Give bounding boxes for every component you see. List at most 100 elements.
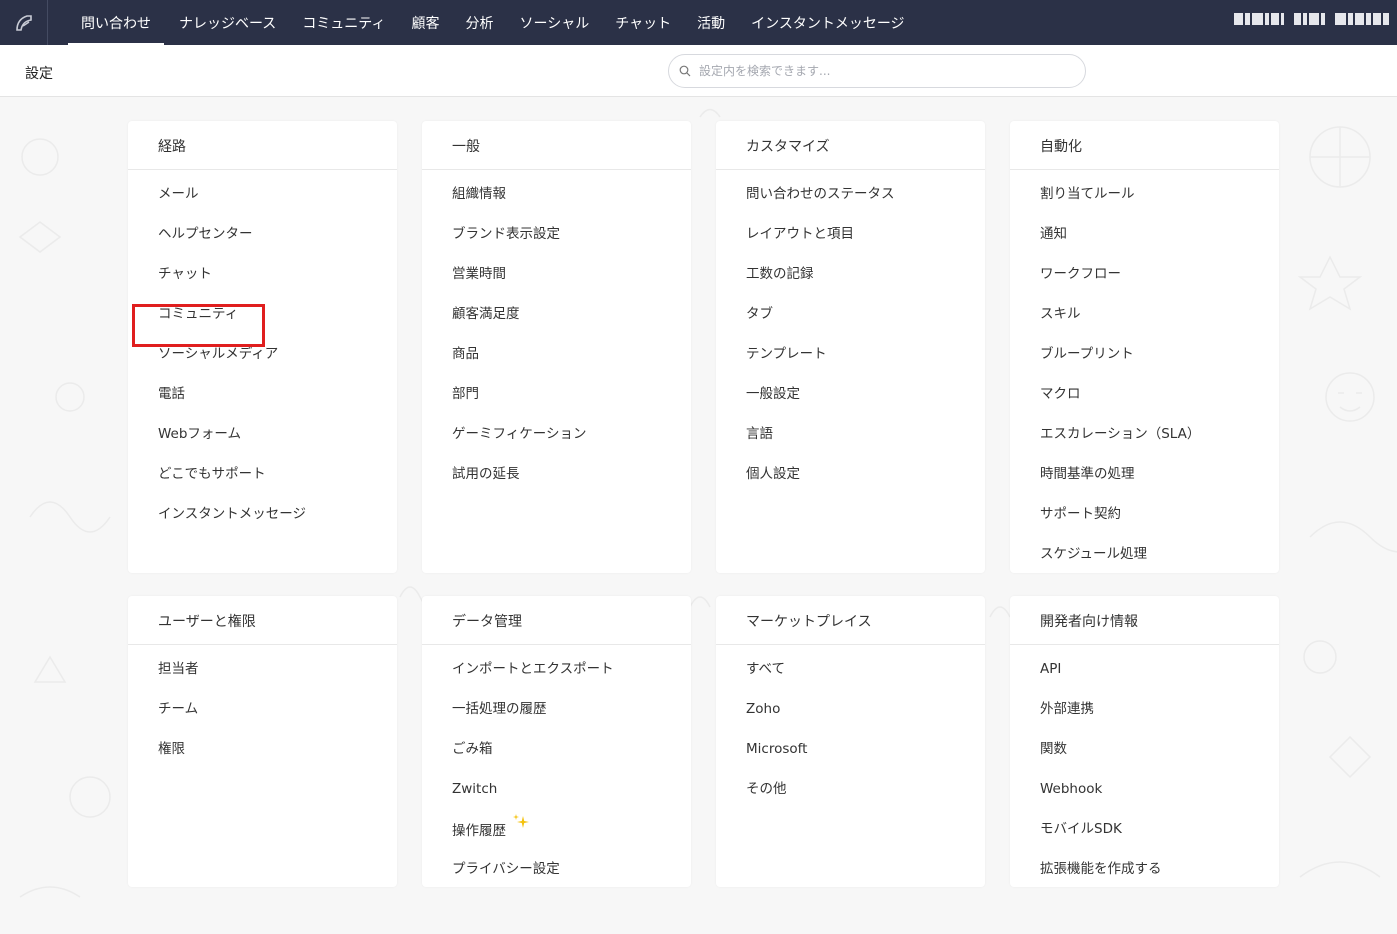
settings-link[interactable]: どこでもサポート [128,456,397,496]
settings-link[interactable]: ブランド表示設定 [422,216,691,256]
settings-link[interactable]: モバイルSDK [1010,811,1279,851]
settings-link-label: ごみ箱 [452,741,493,757]
settings-link[interactable]: Webフォーム [128,416,397,456]
nav-tab-0[interactable]: 問い合わせ [68,0,164,45]
settings-link[interactable]: 権限 [128,731,397,771]
settings-link-label: インスタントメッセージ [158,506,306,522]
settings-link[interactable]: 言語 [716,416,985,456]
settings-link[interactable]: Webhook [1010,771,1279,811]
settings-link[interactable]: マクロ [1010,376,1279,416]
settings-link-label: エスカレーション（SLA） [1040,426,1201,442]
settings-link-label: ワークフロー [1040,266,1121,282]
settings-link[interactable]: すべて [716,651,985,691]
settings-link-label: スケジュール処理 [1040,546,1148,562]
settings-link[interactable]: インポートとエクスポート [422,651,691,691]
settings-link[interactable]: Microsoft [716,731,985,771]
settings-link[interactable]: 操作履歴 [422,811,691,851]
settings-link[interactable]: 商品 [422,336,691,376]
nav-tab-2[interactable]: コミュニティ [289,0,398,45]
nav-tab-3[interactable]: 顧客 [398,0,452,45]
settings-link-label: 割り当てルール [1040,186,1135,202]
settings-link-label: すべて [746,661,786,677]
settings-link[interactable]: その他 [716,771,985,811]
settings-link[interactable]: 電話 [128,376,397,416]
settings-link[interactable]: 試用の延長 [422,456,691,496]
settings-link[interactable]: 組織情報 [422,176,691,216]
settings-link-label: 個人設定 [746,466,800,482]
settings-link-label: Zwitch [452,781,498,797]
settings-link-label: 問い合わせのステータス [746,186,895,202]
settings-link[interactable]: 問い合わせのステータス [716,176,985,216]
app-logo-icon[interactable] [0,0,48,45]
settings-link[interactable]: テンプレート [716,336,985,376]
settings-link[interactable]: Zwitch [422,771,691,811]
settings-link[interactable]: チャット [128,256,397,296]
settings-link[interactable]: タブ [716,296,985,336]
settings-link[interactable]: 割り当てルール [1010,176,1279,216]
card-title: 経路 [128,121,397,170]
nav-tab-6[interactable]: チャット [602,0,684,45]
settings-link-label: プライバシー設定 [452,861,560,877]
settings-link[interactable]: スケジュール処理 [1010,536,1279,576]
settings-link[interactable]: 一般設定 [716,376,985,416]
settings-link-list: API 外部連携関数 Webhook モバイルSDK 拡張機能を作成する [1010,645,1279,891]
settings-link[interactable]: 時間基準の処理 [1010,456,1279,496]
settings-link[interactable]: Zoho [716,691,985,731]
settings-card-1: 一般 組織情報 ブランド表示設定 営業時間 顧客満足度 商品 部門 ゲーミフィケーション 試用の… [422,121,691,573]
settings-link[interactable]: 工数の記録 [716,256,985,296]
settings-link[interactable]: エスカレーション（SLA） [1010,416,1279,456]
settings-link-label: 試用の延長 [452,466,520,482]
settings-link-label: 部門 [452,386,479,402]
settings-link-label: 関数 [1040,741,1067,757]
settings-link[interactable]: ワークフロー [1010,256,1279,296]
nav-tab-5[interactable]: ソーシャル [506,0,602,45]
page-title: 設定 [25,66,53,82]
settings-link-label: 外部連携 [1040,701,1094,717]
settings-link[interactable]: 外部連携 [1010,691,1279,731]
settings-link[interactable]: スキル [1010,296,1279,336]
nav-tab-8[interactable]: インスタントメッセージ [738,0,917,45]
card-title: ユーザーと権限 [128,596,397,645]
settings-link-label: 権限 [158,741,185,757]
settings-card-7: 開発者向け情報 API 外部連携 関数 Webhook モバイルSDK 拡張機能を作成する [1010,596,1279,887]
settings-search[interactable] [668,54,1086,88]
settings-link-label: 担当者 [158,661,199,677]
settings-link-label: 通知 [1040,226,1067,242]
nav-tab-4[interactable]: 分析 [452,0,506,45]
settings-link[interactable]: ゲーミフィケーション [422,416,691,456]
settings-link-label: 操作履歴 [452,823,506,839]
card-title: 開発者向け情報 [1010,596,1279,645]
settings-link-label: スキル [1040,306,1081,322]
settings-link[interactable]: 個人設定 [716,456,985,496]
settings-link[interactable]: チーム [128,691,397,731]
settings-link[interactable]: 営業時間 [422,256,691,296]
settings-link[interactable]: 部門 [422,376,691,416]
settings-link[interactable]: メール [128,176,397,216]
settings-link-label: テンプレート [746,346,827,362]
settings-link[interactable]: プライバシー設定 [422,851,691,891]
settings-link[interactable]: ブループリント [1010,336,1279,376]
settings-link[interactable]: 担当者 [128,651,397,691]
settings-link[interactable]: ごみ箱 [422,731,691,771]
settings-link-list: インポートとエクスポート 一括処理の履歴ごみ箱 Zwitch 操作履歴プライバシー設定 [422,645,691,891]
settings-link[interactable]: 通知 [1010,216,1279,256]
settings-link-label: 工数の記録 [746,266,814,282]
settings-link[interactable]: 顧客満足度 [422,296,691,336]
settings-link-list: 組織情報 ブランド表示設定 営業時間 顧客満足度商品部門ゲーミフィケーション試用の延長 [422,170,691,496]
nav-tab-7[interactable]: 活動 [684,0,738,45]
settings-link-label: マクロ [1040,386,1081,402]
card-title: マーケットプレイス [716,596,985,645]
settings-link[interactable]: 関数 [1010,731,1279,771]
settings-link[interactable]: 一括処理の履歴 [422,691,691,731]
nav-tab-1[interactable]: ナレッジベース [166,0,289,45]
settings-link-label: 商品 [452,346,479,362]
settings-link[interactable]: 拡張機能を作成する [1010,851,1279,891]
settings-link[interactable]: インスタントメッセージ [128,496,397,536]
settings-link[interactable]: API [1010,651,1279,691]
search-input[interactable] [697,63,1061,79]
user-org-name[interactable] [1234,12,1390,26]
settings-link[interactable]: ヘルプセンター [128,216,397,256]
settings-link[interactable]: レイアウトと項目 [716,216,985,256]
settings-link[interactable]: サポート契約 [1010,496,1279,536]
settings-card-4: ユーザーと権限担当者チーム権限 [128,596,397,887]
